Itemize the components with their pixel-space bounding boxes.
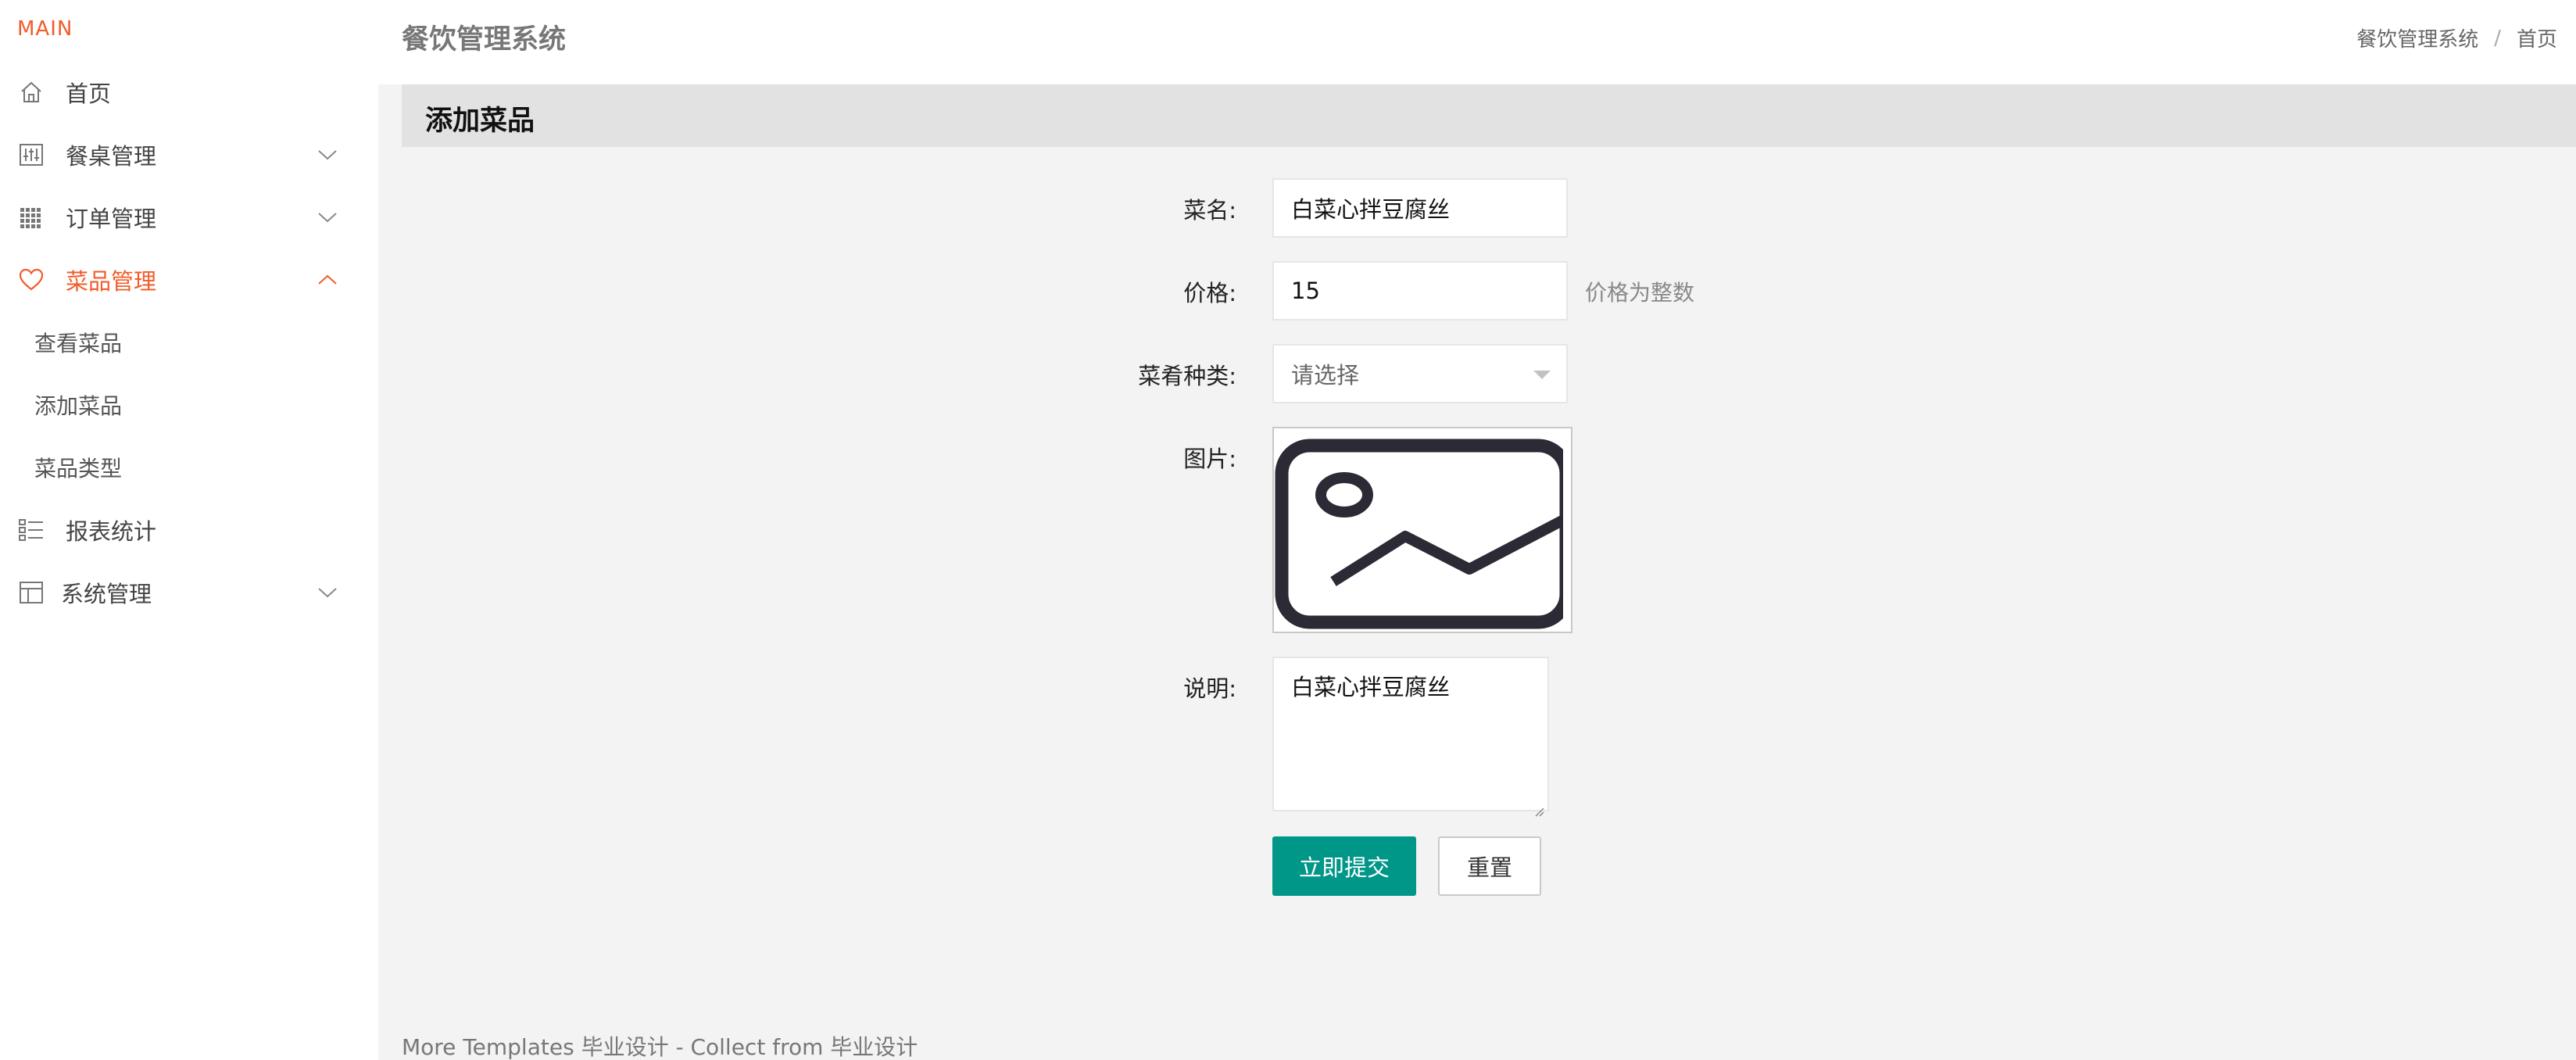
chevron-down-icon — [316, 581, 339, 604]
footer-credit: More Templates 毕业设计 - Collect from 毕业设计 — [402, 1034, 918, 1060]
dish-name-label: 菜名: — [1183, 197, 1236, 224]
app-title: 餐饮管理系统 — [402, 24, 567, 56]
chevron-up-icon — [316, 268, 339, 292]
sidebar-item-orders[interactable]: 订单管理 — [0, 186, 378, 249]
sliders-icon — [17, 141, 45, 169]
sidebar-subitem-add-dish[interactable]: 添加菜品 — [0, 374, 378, 436]
reset-button[interactable]: 重置 — [1438, 836, 1541, 896]
description-text: 白菜心拌豆腐丝 — [1291, 674, 1451, 700]
price-input[interactable]: 15 — [1272, 261, 1568, 321]
sidebar-item-label: 订单管理 — [66, 206, 157, 232]
sidebar: MAIN 首页 餐桌管理 订单管理 菜品管理 查看菜品 添加菜品 菜品类型 报表… — [0, 0, 378, 1060]
sidebar-item-label: 报表统计 — [66, 518, 157, 545]
home-icon — [17, 78, 45, 106]
sidebar-item-label: 系统管理 — [61, 581, 152, 607]
chevron-down-icon — [316, 206, 339, 229]
sidebar-subitem-dish-types[interactable]: 菜品类型 — [0, 436, 378, 499]
price-hint: 价格为整数 — [1585, 280, 1695, 306]
grid-icon — [17, 203, 45, 231]
price-label: 价格: — [1183, 280, 1236, 306]
description-textarea[interactable]: 白菜心拌豆腐丝 — [1272, 657, 1549, 817]
caret-down-icon — [1533, 371, 1551, 379]
submit-button[interactable]: 立即提交 — [1272, 836, 1416, 896]
category-select-value: 请选择 — [1291, 362, 1360, 389]
heart-icon — [17, 266, 45, 294]
sidebar-item-reports[interactable]: 报表统计 — [0, 499, 378, 561]
sidebar-item-tables[interactable]: 餐桌管理 — [0, 124, 378, 186]
sidebar-subitem-view-dishes[interactable]: 查看菜品 — [0, 311, 378, 374]
breadcrumb: 餐饮管理系统 / 首页 — [2356, 23, 2557, 52]
layout-icon — [17, 578, 45, 607]
brand-logo: MAIN — [17, 17, 73, 41]
sidebar-item-label: 菜品管理 — [66, 268, 157, 295]
breadcrumb-link-system[interactable]: 餐饮管理系统 — [2356, 23, 2478, 52]
image-placeholder-icon — [1274, 428, 1571, 632]
breadcrumb-separator: / — [2494, 26, 2501, 50]
sidebar-item-home[interactable]: 首页 — [0, 61, 378, 124]
panel-header: 添加菜品 — [402, 84, 2576, 147]
breadcrumb-current[interactable]: 首页 — [2517, 23, 2557, 52]
chevron-down-icon — [316, 143, 339, 167]
category-label: 菜肴种类: — [1138, 363, 1236, 389]
category-select[interactable]: 请选择 — [1272, 344, 1568, 403]
resize-grip-icon[interactable] — [1533, 796, 1544, 817]
top-header: 餐饮管理系统 餐饮管理系统 / 首页 — [378, 0, 2576, 84]
list-icon — [17, 516, 45, 544]
image-label: 图片: — [1183, 446, 1236, 472]
sidebar-item-system[interactable]: 系统管理 — [0, 561, 378, 624]
dish-name-input[interactable]: 白菜心拌豆腐丝 — [1272, 178, 1568, 238]
description-label: 说明: — [1183, 675, 1236, 702]
sidebar-subitem-label: 添加菜品 — [34, 393, 123, 419]
sidebar-item-dishes[interactable]: 菜品管理 — [0, 249, 378, 311]
sidebar-item-label: 餐桌管理 — [66, 143, 157, 170]
page-title: 添加菜品 — [425, 106, 535, 137]
sidebar-item-label: 首页 — [66, 81, 112, 107]
dish-image-preview[interactable] — [1272, 427, 1572, 633]
sidebar-subitem-label: 查看菜品 — [34, 331, 123, 356]
sidebar-subitem-label: 菜品类型 — [34, 456, 123, 482]
